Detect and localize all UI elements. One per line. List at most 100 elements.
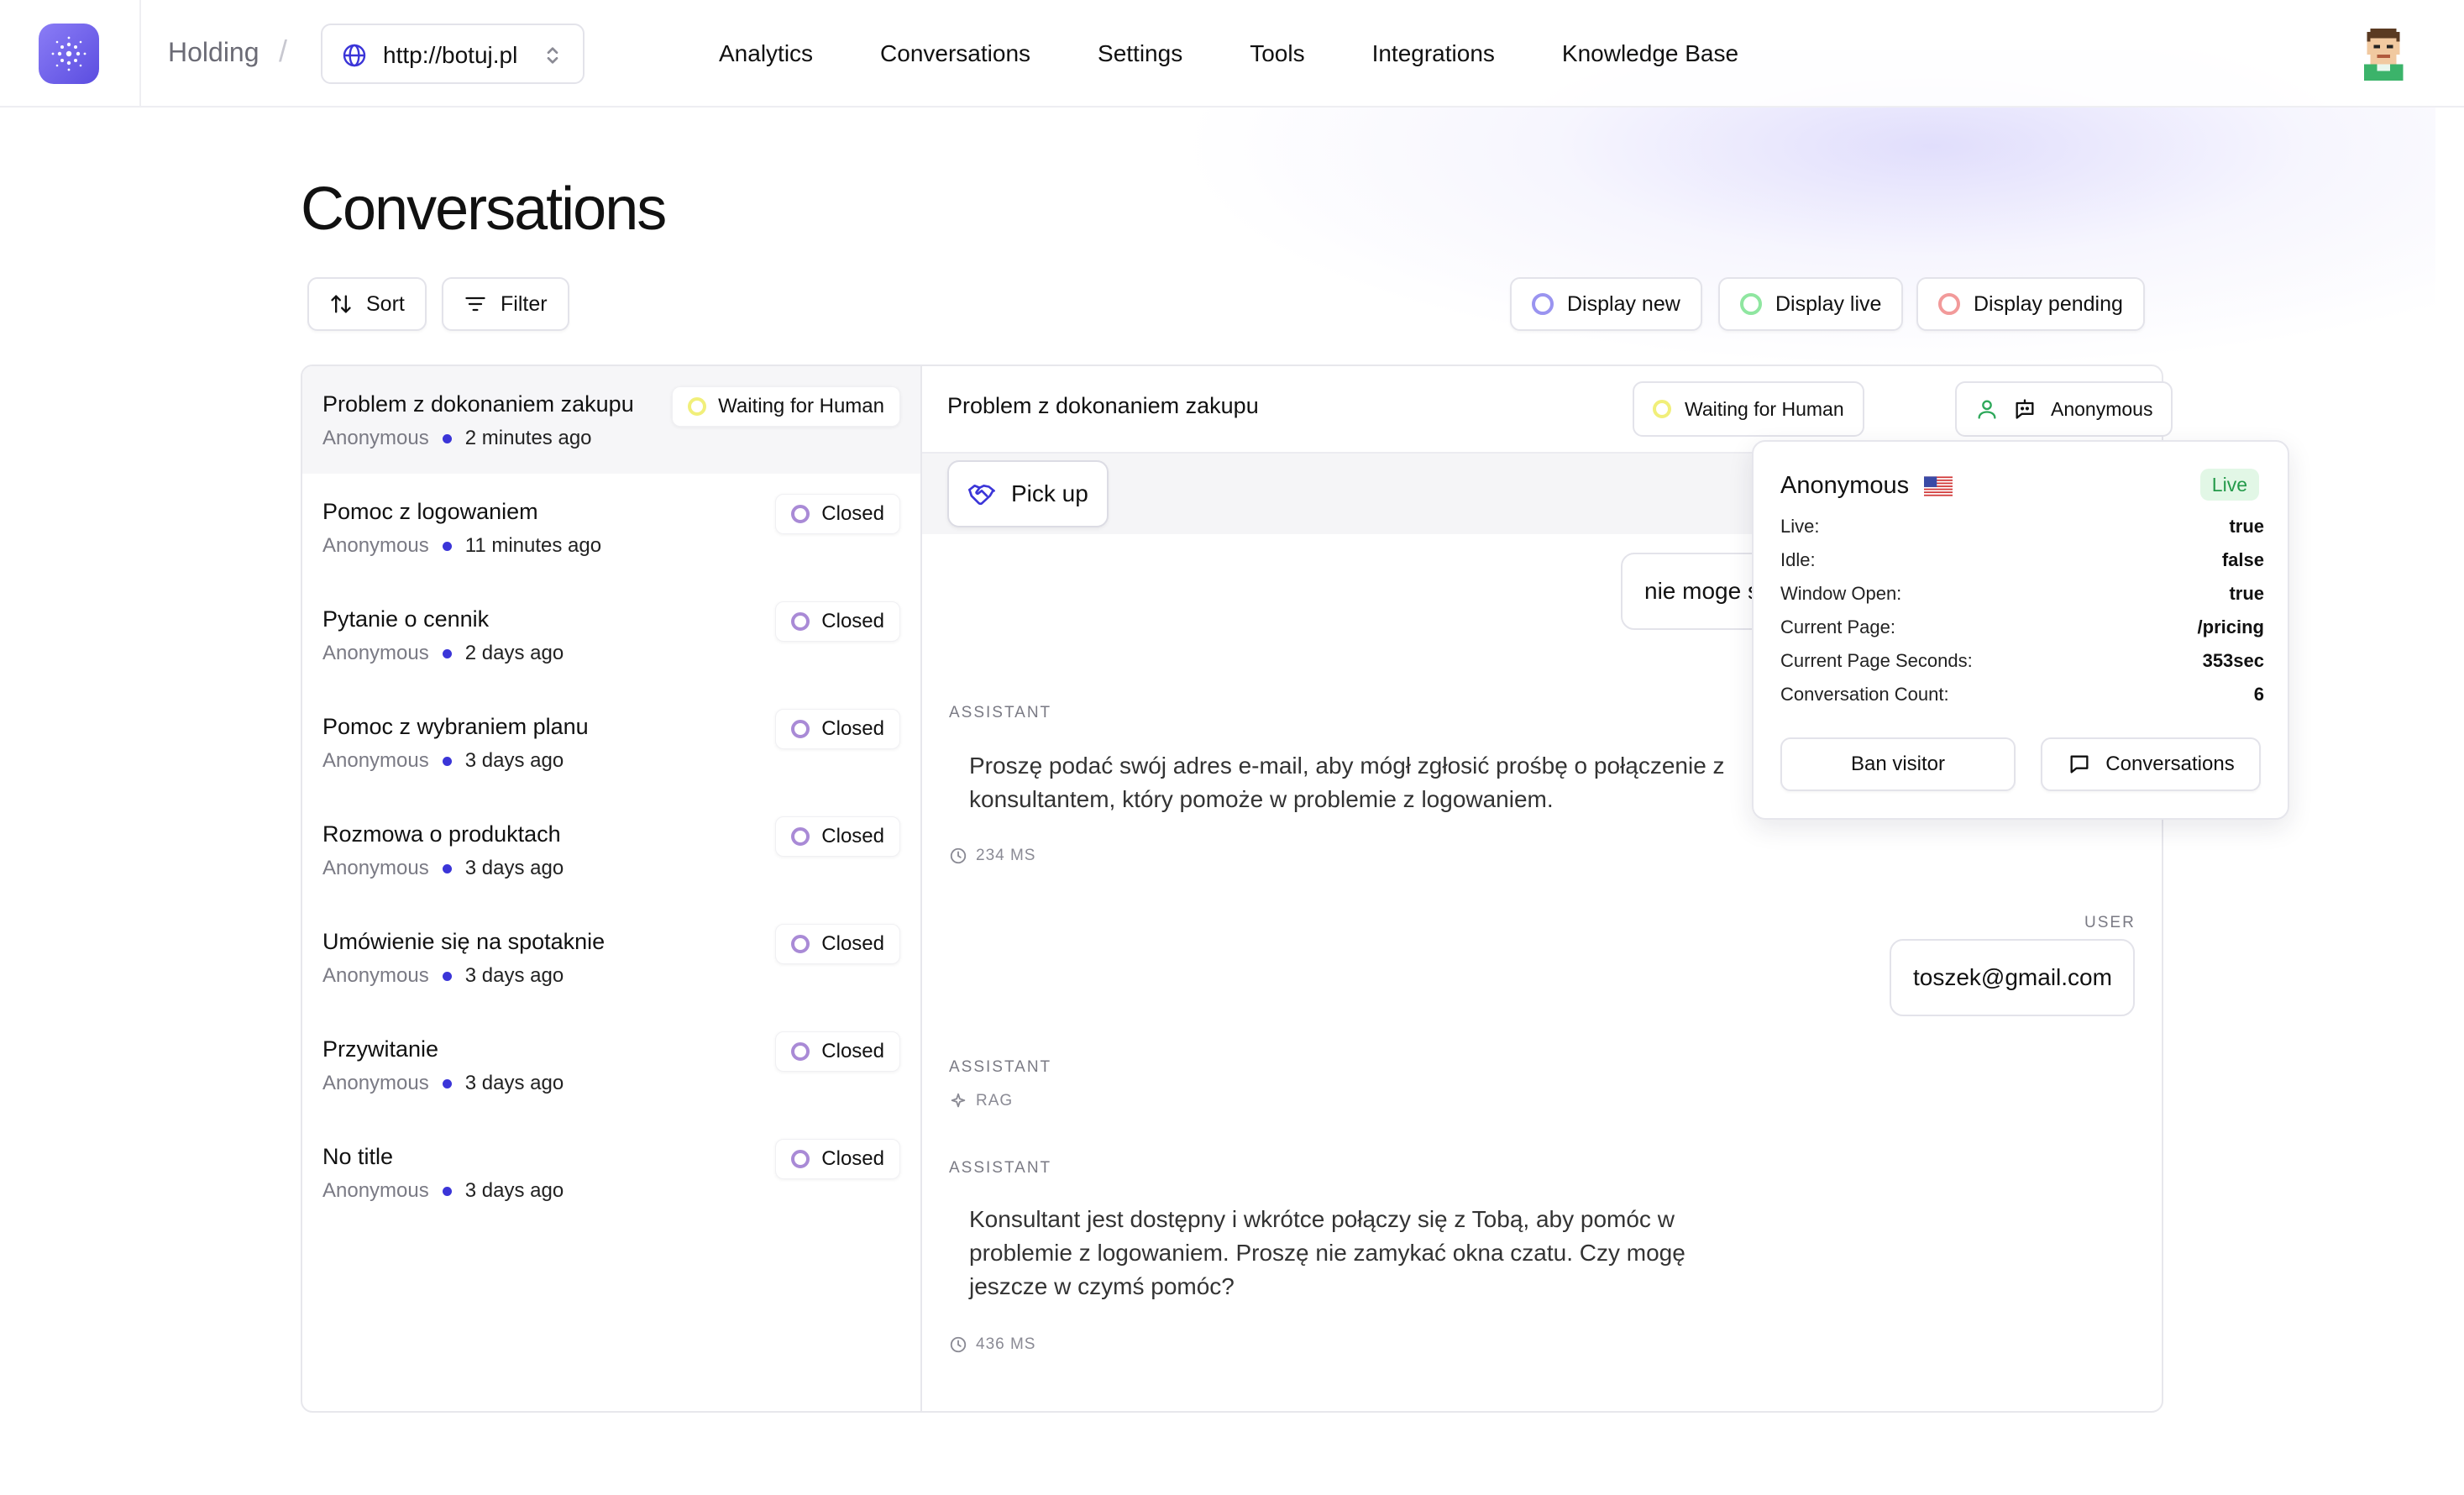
conversation-meta: Anonymous 3 days ago [322, 1179, 564, 1203]
conversation-title: Przywitanie [322, 1036, 439, 1062]
pending-status-ring-icon [1938, 293, 1960, 315]
conversation-meta: Anonymous 3 days ago [322, 964, 564, 988]
user-message-text: toszek@gmail.com [1913, 964, 2112, 990]
breadcrumb-separator: / [279, 34, 288, 68]
visitor-conversations-button[interactable]: Conversations [2041, 737, 2261, 791]
display-pending-button[interactable]: Display pending [1916, 277, 2145, 331]
main-nav: Analytics Conversations Settings Tools I… [719, 40, 1806, 67]
conversation-meta: Anonymous 3 days ago [322, 1072, 564, 1095]
sparkle-icon [951, 1093, 966, 1108]
conversation-item[interactable]: Pytanie o cennik Anonymous 2 days ago Cl… [302, 581, 920, 689]
separator-dot [442, 863, 452, 873]
clock-icon [950, 1336, 967, 1353]
nav-tools[interactable]: Tools [1250, 40, 1304, 67]
conversation-user: Anonymous [322, 749, 429, 772]
conversation-item[interactable]: Pomoc z wybraniem planu Anonymous 3 days… [302, 689, 920, 796]
sort-button[interactable]: Sort [307, 277, 427, 331]
conversation-item[interactable]: Umówienie się na spotaknie Anonymous 3 d… [302, 904, 920, 1011]
conversation-item[interactable]: Rozmowa o produktach Anonymous 3 days ag… [302, 796, 920, 904]
live-status-ring-icon [1740, 293, 1762, 315]
chat-bubble-icon [2070, 755, 2089, 774]
nav-analytics[interactable]: Analytics [719, 40, 813, 67]
field-label: Current Page Seconds: [1780, 650, 1973, 671]
nav-conversations[interactable]: Conversations [880, 40, 1030, 67]
closed-status-ring-icon [791, 827, 810, 846]
conversation-title: Pytanie o cennik [322, 606, 490, 632]
separator-dot [442, 1078, 452, 1088]
closed-status-ring-icon [791, 612, 810, 631]
nav-settings[interactable]: Settings [1098, 40, 1182, 67]
status-badge-label: Closed [821, 1040, 884, 1062]
closed-status-ring-icon [791, 505, 810, 523]
assistant-message-text: Proszę podać swój adres e-mail, aby mógł… [969, 753, 1725, 812]
status-badge-label: Closed [821, 502, 884, 525]
org-name[interactable]: Holding [168, 37, 260, 68]
conversation-meta: Anonymous 3 days ago [322, 857, 564, 880]
conversation-user: Anonymous [322, 534, 429, 557]
field-label: Current Page: [1780, 616, 1895, 637]
field-value: 353sec [2202, 650, 2264, 671]
conversation-time: 2 days ago [464, 642, 564, 664]
conversation-title: Rozmowa o produktach [322, 821, 561, 847]
separator-dot [442, 541, 452, 551]
field-value: /pricing [2197, 616, 2264, 637]
conversation-title: Umówienie się na spotaknie [322, 929, 606, 954]
conversation-meta: Anonymous 2 days ago [322, 642, 564, 665]
user-role-label: USER [2084, 914, 2136, 931]
closed-status-ring-icon [791, 1150, 810, 1168]
assistant-message-text: Konsultant jest dostępny i wkrótce połąc… [969, 1206, 1685, 1299]
bot-chat-icon [2016, 399, 2034, 419]
display-live-button[interactable]: Display live [1718, 277, 1904, 331]
status-badge: Closed [775, 1139, 900, 1179]
handshake-icon [968, 484, 995, 506]
logo-icon [51, 36, 87, 71]
conversation-time: 2 minutes ago [464, 427, 592, 449]
pick-up-button[interactable]: Pick up [947, 460, 1109, 527]
status-badge: Closed [775, 1031, 900, 1072]
app-logo[interactable] [39, 24, 99, 84]
chevron-updown-icon [547, 47, 558, 64]
display-new-label: Display new [1567, 291, 1680, 316]
status-badge: Closed [775, 601, 900, 642]
filter-label: Filter [501, 291, 548, 316]
closed-status-ring-icon [791, 1042, 810, 1061]
visitor-conversations-label: Conversations [2105, 753, 2235, 775]
conversation-user: Anonymous [322, 857, 429, 879]
field-value: true [2229, 516, 2264, 537]
live-status-pill: Live [2199, 469, 2259, 501]
field-label: Conversation Count: [1780, 684, 1949, 705]
field-value: 6 [2253, 684, 2264, 705]
conversation-user: Anonymous [322, 642, 429, 664]
ban-visitor-button[interactable]: Ban visitor [1780, 737, 2016, 791]
visitor-chip[interactable]: Anonymous [1955, 381, 2173, 437]
waiting-status-ring-icon [688, 397, 707, 416]
conversation-item[interactable]: No title Anonymous 3 days ago Closed [302, 1119, 920, 1226]
conversation-item[interactable]: Przywitanie Anonymous 3 days ago Closed [302, 1011, 920, 1119]
separator-dot [442, 433, 452, 443]
status-badge-label: Closed [821, 932, 884, 955]
conversation-title: Problem z dokonaniem zakupu [322, 391, 634, 417]
message-latency: 436 MS [949, 1335, 1035, 1354]
display-new-button[interactable]: Display new [1510, 277, 1702, 331]
conversation-meta: Anonymous 11 minutes ago [322, 534, 601, 558]
top-bar: Holding / http://botuj.pl Analytics Conv… [0, 0, 2464, 108]
conversation-item[interactable]: Problem z dokonaniem zakupu Anonymous 2 … [302, 366, 920, 474]
filter-button[interactable]: Filter [442, 277, 569, 331]
status-badge-label: Closed [821, 717, 884, 740]
nav-integrations[interactable]: Integrations [1372, 40, 1495, 67]
status-badge: Closed [775, 709, 900, 749]
user-avatar[interactable] [2360, 29, 2407, 81]
rag-label: RAG [976, 1092, 1014, 1109]
latency-value: 436 MS [976, 1335, 1036, 1353]
domain-value: http://botuj.pl [383, 42, 518, 68]
display-live-label: Display live [1775, 291, 1882, 316]
field-value: false [2221, 549, 2264, 570]
assistant-role-label: ASSISTANT [949, 1159, 1052, 1177]
filter-icon [465, 296, 485, 312]
conversation-time: 3 days ago [464, 1179, 564, 1202]
conversation-item[interactable]: Pomoc z logowaniem Anonymous 11 minutes … [302, 474, 920, 581]
nav-knowledge-base[interactable]: Knowledge Base [1562, 40, 1738, 67]
chat-status-chip[interactable]: Waiting for Human [1633, 381, 1864, 437]
new-status-ring-icon [1532, 293, 1554, 315]
domain-select[interactable]: http://botuj.pl [321, 24, 585, 84]
